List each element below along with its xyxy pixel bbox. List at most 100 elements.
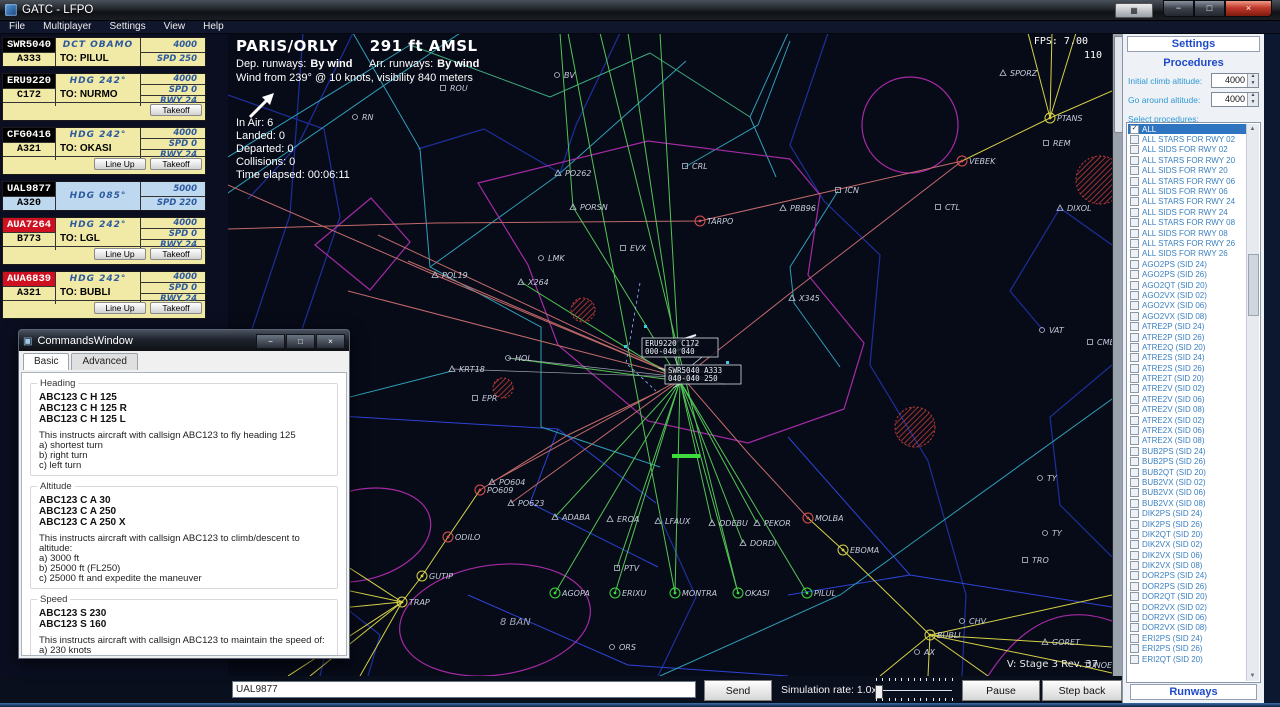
language-bar-button[interactable]: ▦ bbox=[1115, 3, 1153, 18]
checkbox[interactable] bbox=[1130, 208, 1139, 217]
menu-view[interactable]: View bbox=[155, 21, 195, 32]
commands-close-button[interactable]: × bbox=[316, 334, 345, 349]
procedure-item[interactable]: ALL STARS FOR RWY 02 bbox=[1128, 134, 1247, 144]
procedure-item[interactable]: ALL STARS FOR RWY 26 bbox=[1128, 238, 1247, 248]
spin-down-icon[interactable]: ▼ bbox=[1248, 100, 1258, 107]
procedure-item[interactable]: ALL SIDS FOR RWY 08 bbox=[1128, 228, 1247, 238]
procedure-item[interactable]: ERI2QT (SID 20) bbox=[1128, 654, 1247, 664]
tab-basic[interactable]: Basic bbox=[23, 353, 69, 370]
procedure-item[interactable]: DOR2VX (SID 02) bbox=[1128, 602, 1247, 612]
procedure-item[interactable]: DOR2PS (SID 26) bbox=[1128, 581, 1247, 591]
procedure-item[interactable]: ATRE2V (SID 08) bbox=[1128, 405, 1247, 415]
checkbox[interactable]: ✓ bbox=[1130, 125, 1139, 134]
menu-settings[interactable]: Settings bbox=[100, 21, 154, 32]
procedures-listbox[interactable]: ✓ALLALL STARS FOR RWY 02 ALL SIDS FOR RWY… bbox=[1126, 122, 1261, 683]
checkbox[interactable] bbox=[1130, 530, 1139, 539]
aircraft-datablock[interactable]: SWR5040 A333040-040 250 bbox=[665, 365, 741, 384]
procedure-item[interactable]: DIK2PS (SID 24) bbox=[1128, 508, 1247, 518]
checkbox[interactable] bbox=[1130, 623, 1139, 632]
maximize-button[interactable]: □ bbox=[1194, 0, 1225, 17]
checkbox[interactable] bbox=[1130, 478, 1139, 487]
checkbox[interactable] bbox=[1130, 520, 1139, 529]
checkbox[interactable] bbox=[1130, 416, 1139, 425]
checkbox[interactable] bbox=[1130, 333, 1139, 342]
checkbox[interactable] bbox=[1130, 281, 1139, 290]
runways-header[interactable]: Runways bbox=[1130, 684, 1257, 700]
strip-button-takeoff[interactable]: Takeoff bbox=[150, 248, 202, 260]
checkbox[interactable] bbox=[1130, 156, 1139, 165]
menu-file[interactable]: File bbox=[0, 21, 34, 32]
checkbox[interactable] bbox=[1130, 436, 1139, 445]
procedure-item[interactable]: ATRE2V (SID 02) bbox=[1128, 384, 1247, 394]
checkbox[interactable] bbox=[1130, 603, 1139, 612]
checkbox[interactable] bbox=[1130, 353, 1139, 362]
procedure-item[interactable]: ✓ALL bbox=[1128, 124, 1247, 134]
checkbox[interactable] bbox=[1130, 177, 1139, 186]
checkbox[interactable] bbox=[1130, 218, 1139, 227]
checkbox[interactable] bbox=[1130, 582, 1139, 591]
procedure-item[interactable]: BUB2QT (SID 20) bbox=[1128, 467, 1247, 477]
procedure-item[interactable]: DIK2VX (SID 02) bbox=[1128, 540, 1247, 550]
procedure-item[interactable]: ALL SIDS FOR RWY 06 bbox=[1128, 186, 1247, 196]
procedure-item[interactable]: DOR2PS (SID 24) bbox=[1128, 571, 1247, 581]
checkbox[interactable] bbox=[1130, 249, 1139, 258]
flight-strip-UAL9877[interactable]: UAL9877A320HDG 085°5000SPD 220 bbox=[2, 181, 206, 211]
checkbox[interactable] bbox=[1130, 655, 1139, 664]
checkbox[interactable] bbox=[1130, 270, 1139, 279]
commands-minimize-button[interactable]: − bbox=[256, 334, 285, 349]
commands-maximize-button[interactable]: □ bbox=[286, 334, 315, 349]
radar-map[interactable]: ROURNBVCRLPO262PORSNTARPOPBB96ICNCTLDIXO… bbox=[228, 33, 1112, 676]
strip-button-line-up[interactable]: Line Up bbox=[94, 158, 146, 170]
checkbox[interactable] bbox=[1130, 457, 1139, 466]
strip-button-takeoff[interactable]: Takeoff bbox=[150, 104, 202, 116]
command-input[interactable] bbox=[232, 681, 696, 698]
pause-button[interactable]: Pause bbox=[962, 680, 1040, 701]
step-back-button[interactable]: Step back bbox=[1042, 680, 1122, 701]
checkbox[interactable] bbox=[1130, 229, 1139, 238]
strip-button-takeoff[interactable]: Takeoff bbox=[150, 158, 202, 170]
procedure-item[interactable]: DOR2VX (SID 08) bbox=[1128, 623, 1247, 633]
checkbox[interactable] bbox=[1130, 291, 1139, 300]
procedure-item[interactable]: DOR2QT (SID 20) bbox=[1128, 592, 1247, 602]
flight-strip-CFG0416[interactable]: CFG0416A321HDG 242°TO: OKASI4000SPD 0RWY… bbox=[2, 127, 206, 175]
procedure-item[interactable]: ALL SIDS FOR RWY 26 bbox=[1128, 249, 1247, 259]
menu-help[interactable]: Help bbox=[194, 21, 233, 32]
procedure-item[interactable]: ALL SIDS FOR RWY 20 bbox=[1128, 166, 1247, 176]
checkbox[interactable] bbox=[1130, 197, 1139, 206]
procedure-item[interactable]: ERI2PS (SID 24) bbox=[1128, 633, 1247, 643]
strip-button-line-up[interactable]: Line Up bbox=[94, 248, 146, 260]
send-button[interactable]: Send bbox=[704, 680, 772, 701]
checkbox[interactable] bbox=[1130, 499, 1139, 508]
scroll-down-icon[interactable]: ▼ bbox=[1247, 671, 1258, 681]
simulation-rate-slider[interactable] bbox=[872, 677, 956, 702]
procedure-item[interactable]: AGO2VX (SID 08) bbox=[1128, 311, 1247, 321]
procedure-item[interactable]: BUB2PS (SID 26) bbox=[1128, 457, 1247, 467]
list-scrollbar-thumb[interactable] bbox=[1248, 254, 1259, 316]
procedure-item[interactable]: AGO2VX (SID 06) bbox=[1128, 301, 1247, 311]
checkbox[interactable] bbox=[1130, 488, 1139, 497]
procedure-item[interactable]: ERI2PS (SID 26) bbox=[1128, 644, 1247, 654]
settings-header[interactable]: Settings bbox=[1127, 36, 1260, 52]
strip-button-line-up[interactable]: Line Up bbox=[94, 302, 146, 314]
checkbox[interactable] bbox=[1130, 426, 1139, 435]
checkbox[interactable] bbox=[1130, 145, 1139, 154]
scroll-up-icon[interactable]: ▲ bbox=[1247, 124, 1258, 134]
checkbox[interactable] bbox=[1130, 592, 1139, 601]
close-button[interactable]: × bbox=[1225, 0, 1272, 17]
checkbox[interactable] bbox=[1130, 239, 1139, 248]
procedure-item[interactable]: ALL STARS FOR RWY 06 bbox=[1128, 176, 1247, 186]
procedure-item[interactable]: ATRE2Q (SID 20) bbox=[1128, 342, 1247, 352]
procedure-item[interactable]: AGO2PS (SID 24) bbox=[1128, 259, 1247, 269]
flight-strip-AUA7264[interactable]: AUA7264B773HDG 242°TO: LGL4000SPD 0RWY 2… bbox=[2, 217, 206, 265]
spin-down-icon[interactable]: ▼ bbox=[1248, 81, 1258, 88]
checkbox[interactable] bbox=[1130, 135, 1139, 144]
initial-climb-spinner[interactable]: 4000 ▲▼ bbox=[1211, 73, 1259, 88]
procedure-item[interactable]: BUB2VX (SID 08) bbox=[1128, 498, 1247, 508]
procedure-item[interactable]: ATRE2P (SID 24) bbox=[1128, 321, 1247, 331]
procedure-item[interactable]: AGO2PS (SID 26) bbox=[1128, 269, 1247, 279]
checkbox[interactable] bbox=[1130, 166, 1139, 175]
procedure-item[interactable]: ATRE2V (SID 06) bbox=[1128, 394, 1247, 404]
flight-strip-AUA6839[interactable]: AUA6839A321HDG 242°TO: BUBLI4000SPD 0RWY… bbox=[2, 271, 206, 319]
procedure-item[interactable]: DIK2VX (SID 06) bbox=[1128, 550, 1247, 560]
checkbox[interactable] bbox=[1130, 312, 1139, 321]
